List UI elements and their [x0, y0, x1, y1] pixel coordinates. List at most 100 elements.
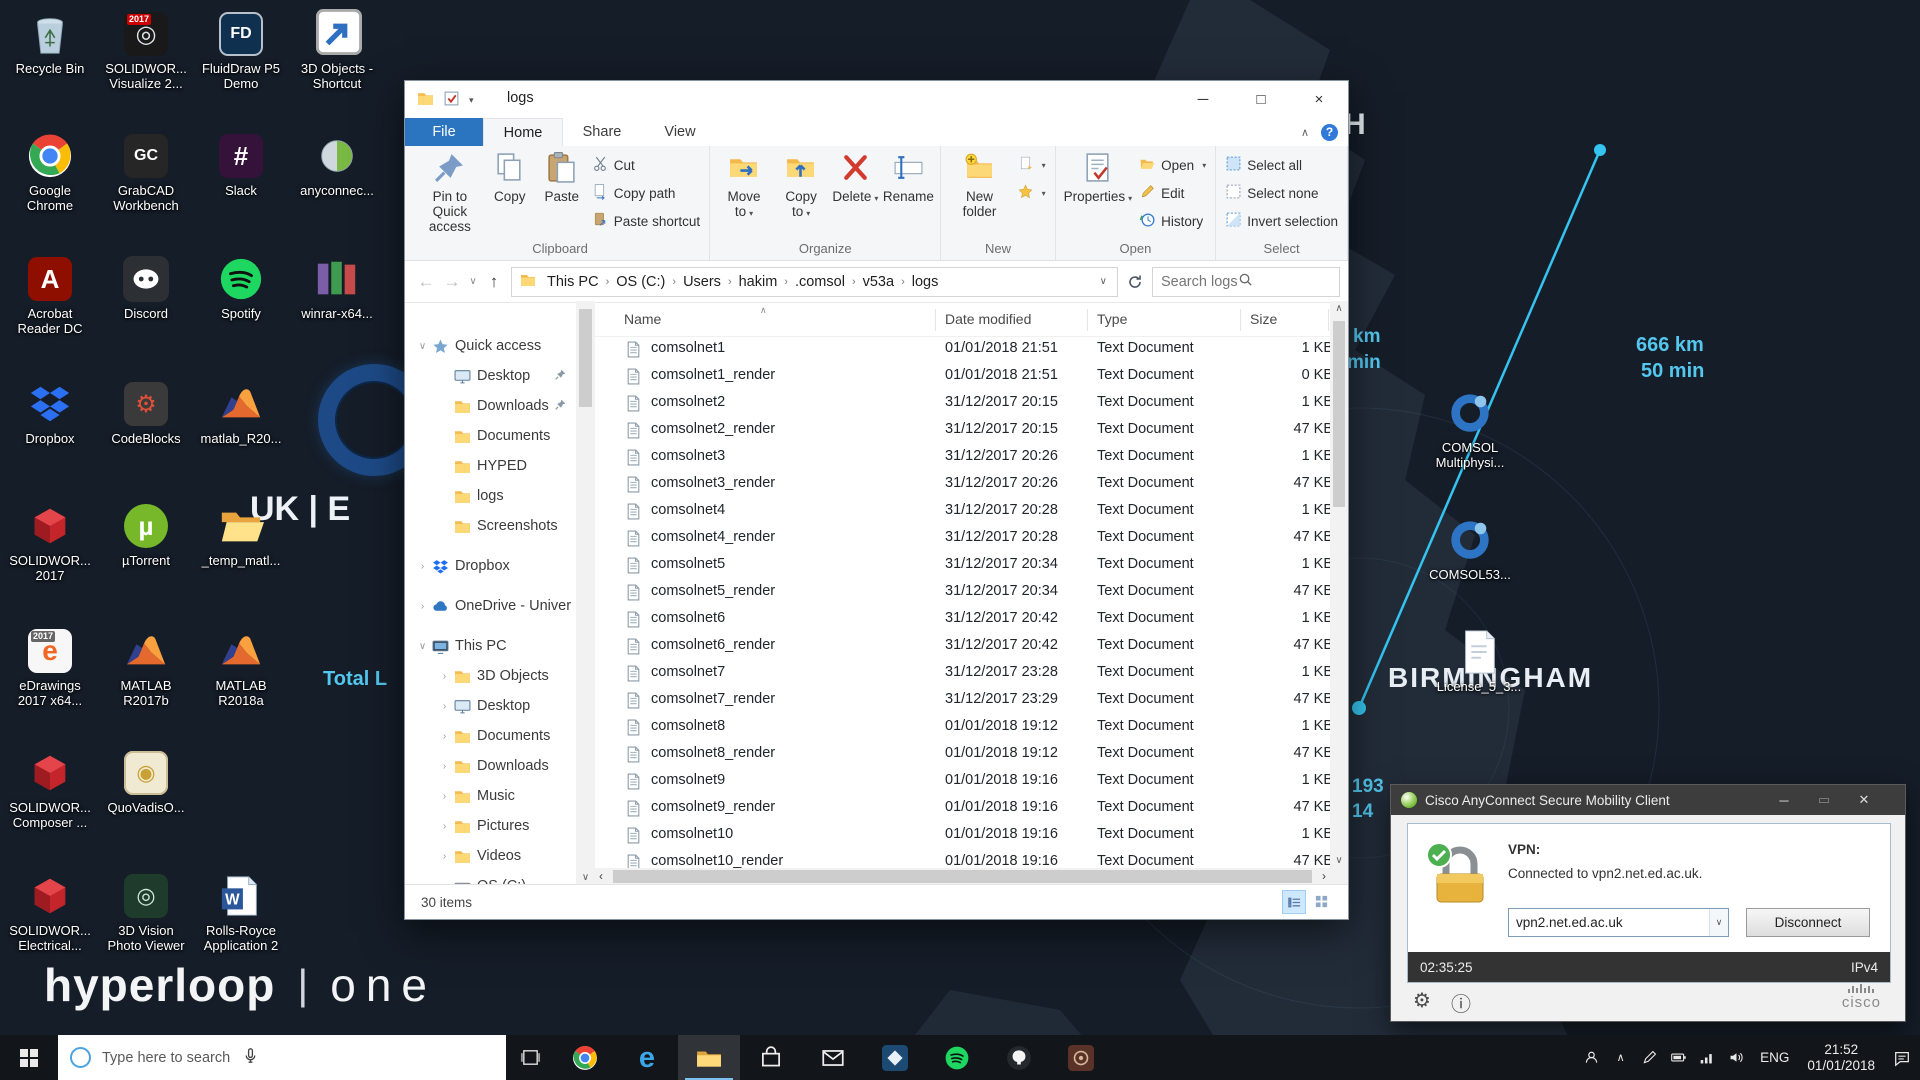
minimize-button[interactable]: ─ [1174, 81, 1232, 118]
ribbon-button-paste[interactable]: Paste [536, 146, 588, 204]
desktop-icon-google-chrome[interactable]: Google Chrome [7, 132, 93, 213]
desktop-icon-edrawings-2017-x64[interactable]: e2017eDrawings 2017 x64... [7, 627, 93, 708]
taskbar-app-spotify[interactable] [926, 1035, 988, 1080]
close-button[interactable]: ✕ [1851, 789, 1877, 811]
table-row[interactable]: comsolnet331/12/2017 20:26Text Document1… [595, 444, 1330, 471]
desktop-icon-3d-vision-photo-viewer[interactable]: ◎3D Vision Photo Viewer [103, 872, 189, 953]
details-view-button[interactable] [1282, 890, 1306, 914]
table-row[interactable]: comsolnet4_render31/12/2017 20:28Text Do… [595, 525, 1330, 552]
sidebar-item-downloads[interactable]: Downloads [405, 391, 576, 421]
scroll-right-arrow-icon[interactable]: › [1322, 869, 1326, 883]
sidebar-item-downloads[interactable]: ›Downloads [405, 751, 576, 781]
table-row[interactable]: comsolnet3_render31/12/2017 20:26Text Do… [595, 471, 1330, 498]
minimize-button[interactable]: ─ [1771, 789, 1797, 811]
action-center-icon[interactable] [1884, 1035, 1920, 1080]
settings-gear-icon[interactable]: ⚙ [1413, 988, 1431, 1013]
sidebar-item-3d-objects[interactable]: ›3D Objects [405, 661, 576, 691]
expand-chevron-icon[interactable]: › [437, 791, 452, 802]
expand-chevron-icon[interactable]: › [437, 671, 452, 682]
table-row[interactable]: comsolnet5_render31/12/2017 20:34Text Do… [595, 579, 1330, 606]
ribbon-button-move-to[interactable]: Move to▾ [715, 146, 773, 221]
sidebar-item-quick-access[interactable]: ∨Quick access [405, 331, 576, 361]
breadcrumb-segment[interactable]: .comsol [788, 274, 852, 290]
tab-home[interactable]: Home [483, 118, 563, 146]
table-row[interactable]: comsolnet101/01/2018 21:51Text Document1… [595, 336, 1330, 363]
sidebar-item-videos[interactable]: ›Videos [405, 841, 576, 871]
sidebar-item-music[interactable]: ›Music [405, 781, 576, 811]
desktop-icon-rolls-royce-application-2[interactable]: WRolls-Royce Application 2 [198, 872, 284, 953]
expand-chevron-icon[interactable]: › [415, 601, 430, 612]
scroll-left-arrow-icon[interactable]: ‹ [599, 869, 603, 883]
table-row[interactable]: comsolnet431/12/2017 20:28Text Document1… [595, 498, 1330, 525]
up-button[interactable]: ↑ [481, 272, 507, 292]
sidebar-item-desktop[interactable]: Desktop [405, 361, 576, 391]
ribbon-button-open[interactable]: Open▾ [1139, 155, 1206, 175]
sidebar-item-hyped[interactable]: HYPED [405, 451, 576, 481]
ribbon-button-history[interactable]: History [1139, 211, 1206, 231]
address-bar[interactable]: This PC›OS (C:)›Users›hakim›.comsol›v53a… [511, 267, 1118, 297]
ribbon-button-edit[interactable]: Edit [1139, 183, 1206, 203]
battery-icon[interactable] [1664, 1035, 1693, 1080]
collapse-ribbon-chevron-icon[interactable]: ∧ [1301, 126, 1309, 139]
scrollbar-thumb[interactable] [579, 309, 592, 407]
combobox-chevron-icon[interactable]: ∨ [1709, 909, 1728, 936]
ribbon-button-pin-to-quick-access[interactable]: Pin to Quick access [416, 146, 484, 234]
pen-icon[interactable] [1635, 1035, 1664, 1080]
show-hidden-icons-chevron-icon[interactable]: ∧ [1606, 1035, 1635, 1080]
sidebar-item-documents[interactable]: ›Documents [405, 721, 576, 751]
help-icon[interactable]: ? [1321, 124, 1338, 141]
sidebar-item-screenshots[interactable]: Screenshots [405, 511, 576, 541]
sidebar-item-this-pc[interactable]: ∨This PC [405, 631, 576, 661]
table-row[interactable]: comsolnet901/01/2018 19:16Text Document1… [595, 768, 1330, 795]
taskbar-app-mail[interactable] [802, 1035, 864, 1080]
ribbon-button-easy-access[interactable]: ▾ [1017, 183, 1046, 203]
scroll-down-arrow-icon[interactable]: ∨ [576, 872, 595, 883]
expand-chevron-icon[interactable]: › [437, 761, 452, 772]
desktop-icon-license-5-3[interactable]: License_5_3... [1436, 628, 1522, 694]
taskbar-search-box[interactable]: Type here to search [58, 1035, 506, 1080]
desktop-icon-solidwor-visualize-2[interactable]: ◎2017SOLIDWOR... Visualize 2... [103, 10, 189, 91]
desktop-icon-torrent[interactable]: µµTorrent [103, 502, 189, 568]
ribbon-button-copy-to[interactable]: Copy to▾ [773, 146, 829, 221]
desktop-icon-anyconnec[interactable]: anyconnec... [294, 132, 380, 198]
ribbon-button-new-folder[interactable]: New folder [946, 146, 1012, 219]
tab-file[interactable]: File [405, 118, 483, 146]
ribbon-button-delete[interactable]: Delete▾ [829, 146, 881, 206]
tab-view[interactable]: View [641, 118, 719, 146]
refresh-icon[interactable] [1122, 274, 1148, 290]
desktop-icon-solidwor-2017[interactable]: SOLIDWOR... 2017 [7, 502, 93, 583]
desktop-icon-acrobat-reader-dc[interactable]: AAcrobat Reader DC [7, 255, 93, 336]
expand-chevron-icon[interactable]: › [437, 851, 452, 862]
scroll-up-arrow-icon[interactable]: ∧ [1330, 303, 1348, 314]
taskbar-app-file-explorer[interactable] [678, 1035, 740, 1080]
taskbar-app-github[interactable] [988, 1035, 1050, 1080]
table-row[interactable]: comsolnet231/12/2017 20:15Text Document1… [595, 390, 1330, 417]
breadcrumb-segment[interactable]: v53a [856, 274, 901, 290]
maximize-button[interactable]: □ [1232, 81, 1290, 118]
ribbon-button-invert-selection[interactable]: Invert selection [1225, 211, 1338, 231]
expand-chevron-icon[interactable]: ∨ [415, 641, 430, 652]
network-icon[interactable] [1693, 1035, 1722, 1080]
start-button[interactable] [0, 1035, 58, 1080]
taskbar-app-photos[interactable] [864, 1035, 926, 1080]
taskbar-app-edge[interactable]: e [616, 1035, 678, 1080]
desktop-icon-grabcad-workbench[interactable]: GCGrabCAD Workbench [103, 132, 189, 213]
desktop-icon-3d-objects-shortcut[interactable]: 3D Objects - Shortcut [294, 10, 380, 91]
ribbon-button-select-none[interactable]: Select none [1225, 183, 1338, 203]
language-indicator[interactable]: ENG [1751, 1050, 1798, 1065]
desktop-icon-comsol53[interactable]: COMSOL53... [1427, 516, 1513, 582]
ribbon-button-cut[interactable]: Cut [592, 155, 700, 175]
table-row[interactable]: comsolnet10_render01/01/2018 19:16Text D… [595, 849, 1330, 868]
desktop-icon-winrar-x64[interactable]: winrar-x64... [294, 255, 380, 321]
desktop-icon-dropbox[interactable]: Dropbox [7, 380, 93, 446]
ribbon-button-copy[interactable]: Copy [484, 146, 536, 204]
qat-properties-icon[interactable] [443, 90, 460, 111]
column-header-date-modified[interactable]: Date modified [945, 311, 1031, 327]
desktop-icon-spotify[interactable]: Spotify [198, 255, 284, 321]
tab-share[interactable]: Share [563, 118, 641, 146]
sidebar-item-os-c[interactable]: ›OS (C:) [405, 871, 576, 885]
taskbar-app-chrome[interactable] [554, 1035, 616, 1080]
microphone-icon[interactable] [241, 1046, 260, 1069]
desktop-icon-temp-matl[interactable]: _temp_matl... [198, 502, 284, 568]
sidebar-item-desktop[interactable]: ›Desktop [405, 691, 576, 721]
